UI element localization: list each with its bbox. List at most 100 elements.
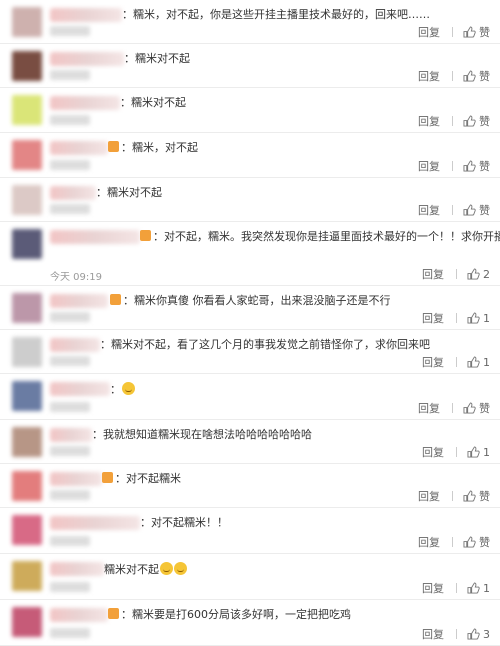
like-button[interactable]: 赞: [463, 534, 490, 550]
reply-button[interactable]: 回复: [418, 202, 440, 218]
like-count: 赞: [479, 204, 490, 217]
like-button[interactable]: 1: [467, 312, 490, 325]
avatar[interactable]: [12, 381, 42, 411]
comment-text: ：: [110, 382, 135, 397]
like-button[interactable]: 赞: [463, 158, 490, 174]
like-button[interactable]: 赞: [463, 400, 490, 416]
reply-button[interactable]: 回复: [422, 310, 444, 326]
member-badge-icon: [140, 230, 151, 241]
reply-button[interactable]: 回复: [418, 24, 440, 40]
like-button[interactable]: 2: [467, 268, 490, 281]
reply-button[interactable]: 回复: [418, 400, 440, 416]
like-button[interactable]: 1: [467, 446, 490, 459]
avatar[interactable]: [12, 607, 42, 637]
username-blurred[interactable]: [50, 8, 122, 22]
like-button[interactable]: 赞: [463, 113, 490, 129]
meta-blurred: [50, 70, 90, 80]
comment-body: ：糯米，对不起，你是这些开挂主播里技术最好的，回来吧……: [122, 8, 430, 21]
like-button[interactable]: 1: [467, 356, 490, 369]
username-blurred[interactable]: [50, 230, 140, 244]
comment-body: ：: [110, 383, 121, 396]
comment-actions: 回复 赞: [418, 24, 490, 40]
reply-button[interactable]: 回复: [422, 580, 444, 596]
action-divider: [452, 491, 453, 501]
comment-body: 糯米对不起: [104, 563, 159, 576]
like-button[interactable]: 赞: [463, 24, 490, 40]
username-blurred[interactable]: [50, 186, 96, 200]
smiley-icon: [122, 382, 135, 395]
reply-button[interactable]: 回复: [422, 266, 444, 282]
comment-row: ：糯米对不起 回复 赞: [0, 88, 500, 133]
avatar[interactable]: [12, 185, 42, 215]
reply-button[interactable]: 回复: [418, 534, 440, 550]
avatar[interactable]: [12, 427, 42, 457]
username-blurred[interactable]: [50, 562, 104, 576]
avatar[interactable]: [12, 561, 42, 591]
username-blurred[interactable]: [50, 52, 124, 66]
smiley-icon: [160, 562, 173, 575]
thumbs-up-icon: [463, 204, 476, 216]
comment-body: ：糯米对不起: [124, 52, 190, 65]
action-divider: [452, 27, 453, 37]
avatar[interactable]: [12, 140, 42, 170]
comment-actions: 回复 1: [422, 310, 490, 326]
comment-row: ：糯米，对不起，你是这些开挂主播里技术最好的，回来吧…… 回复 赞: [0, 0, 500, 44]
comment-body: ：我就想知道糯米现在啥想法哈哈哈哈哈哈哈: [92, 428, 312, 441]
username-blurred[interactable]: [50, 382, 110, 396]
comment-row: ：我就想知道糯米现在啥想法哈哈哈哈哈哈哈回复 1: [0, 420, 500, 464]
avatar[interactable]: [12, 51, 42, 81]
comment-body: ：糯米，对不起: [121, 141, 198, 154]
member-badge-icon: [110, 294, 121, 305]
reply-button[interactable]: 回复: [422, 626, 444, 642]
username-blurred[interactable]: [50, 608, 108, 622]
like-count: 赞: [479, 26, 490, 39]
reply-button[interactable]: 回复: [418, 113, 440, 129]
action-divider: [452, 403, 453, 413]
comment-text: ：糯米，对不起，你是这些开挂主播里技术最好的，回来吧……: [122, 8, 430, 22]
meta-blurred: [50, 628, 90, 638]
comment-row: 糯米对不起回复 1: [0, 554, 500, 600]
avatar[interactable]: [12, 229, 42, 259]
comment-row: ：对不起糯米 回复 赞: [0, 464, 500, 508]
avatar[interactable]: [12, 337, 42, 367]
thumbs-up-icon: [463, 115, 476, 127]
comment-actions: 回复 赞: [418, 400, 490, 416]
reply-button[interactable]: 回复: [422, 444, 444, 460]
avatar[interactable]: [12, 471, 42, 501]
username-blurred[interactable]: [50, 472, 102, 486]
meta-blurred: [50, 160, 90, 170]
thumbs-up-icon: [467, 356, 480, 368]
thumbs-up-icon: [467, 628, 480, 640]
thumbs-up-icon: [463, 70, 476, 82]
like-count: 1: [483, 356, 490, 369]
thumbs-up-icon: [467, 582, 480, 594]
username-blurred[interactable]: [50, 294, 108, 308]
comment-text: ：糯米对不起: [124, 52, 190, 66]
thumbs-up-icon: [463, 160, 476, 172]
avatar[interactable]: [12, 293, 42, 323]
reply-button[interactable]: 回复: [418, 488, 440, 504]
comment-timestamp: 今天 09:19: [50, 272, 102, 283]
action-divider: [456, 447, 457, 457]
username-blurred[interactable]: [50, 96, 120, 110]
meta-blurred: [50, 115, 90, 125]
avatar[interactable]: [12, 515, 42, 545]
comment-actions: 回复 1: [422, 580, 490, 596]
comment-row: ：糯米要是打600分局该多好啊，一定把把吃鸡 回复 3: [0, 600, 500, 646]
username-blurred[interactable]: [50, 141, 108, 155]
reply-button[interactable]: 回复: [422, 354, 444, 370]
username-blurred[interactable]: [50, 338, 100, 352]
like-button[interactable]: 1: [467, 582, 490, 595]
avatar[interactable]: [12, 95, 42, 125]
thumbs-up-icon: [467, 268, 480, 280]
like-button[interactable]: 赞: [463, 488, 490, 504]
username-blurred[interactable]: [50, 516, 140, 530]
like-button[interactable]: 3: [467, 628, 490, 641]
reply-button[interactable]: 回复: [418, 158, 440, 174]
like-count: 赞: [479, 490, 490, 503]
reply-button[interactable]: 回复: [418, 68, 440, 84]
like-button[interactable]: 赞: [463, 202, 490, 218]
username-blurred[interactable]: [50, 428, 92, 442]
like-button[interactable]: 赞: [463, 68, 490, 84]
avatar[interactable]: [12, 7, 42, 37]
